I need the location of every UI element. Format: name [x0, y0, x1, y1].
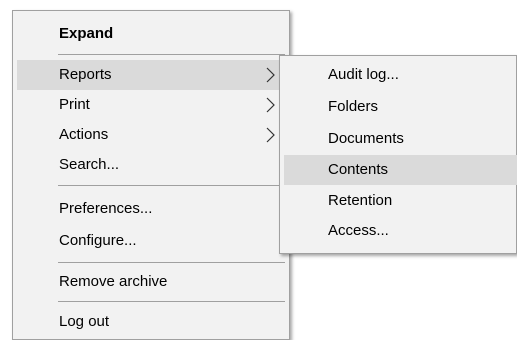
menu-separator	[58, 185, 285, 186]
menu-item-log-out[interactable]: Log out	[17, 307, 285, 337]
menu-item-actions-label: Actions	[59, 126, 109, 143]
submenu-item-documents[interactable]: Documents	[284, 124, 517, 154]
menu-separator	[58, 262, 285, 263]
menu-item-configure[interactable]: Configure...	[17, 226, 285, 256]
chevron-right-icon	[263, 60, 277, 90]
reports-submenu: Audit log... Folders Documents Contents …	[279, 55, 517, 254]
menu-item-search[interactable]: Search...	[17, 150, 285, 180]
menu-item-preferences[interactable]: Preferences...	[17, 194, 285, 224]
menu-item-actions[interactable]: Actions	[17, 120, 285, 150]
submenu-item-retention[interactable]: Retention	[284, 186, 517, 216]
menu-separator	[58, 54, 285, 55]
context-menu: Expand Reports Print Actions Search... P…	[12, 10, 290, 340]
chevron-right-icon	[263, 120, 277, 150]
menu-item-reports[interactable]: Reports	[17, 60, 285, 90]
menu-item-remove-archive[interactable]: Remove archive	[17, 267, 285, 297]
menu-separator	[58, 301, 285, 302]
submenu-item-contents[interactable]: Contents	[284, 155, 517, 185]
submenu-item-folders[interactable]: Folders	[284, 92, 517, 122]
chevron-right-icon	[263, 90, 277, 120]
menu-item-reports-label: Reports	[59, 66, 112, 83]
menu-item-expand[interactable]: Expand	[17, 19, 285, 49]
submenu-item-access[interactable]: Access...	[284, 216, 517, 246]
submenu-item-audit-log[interactable]: Audit log...	[284, 60, 517, 90]
menu-item-print-label: Print	[59, 96, 90, 113]
menu-item-print[interactable]: Print	[17, 90, 285, 120]
